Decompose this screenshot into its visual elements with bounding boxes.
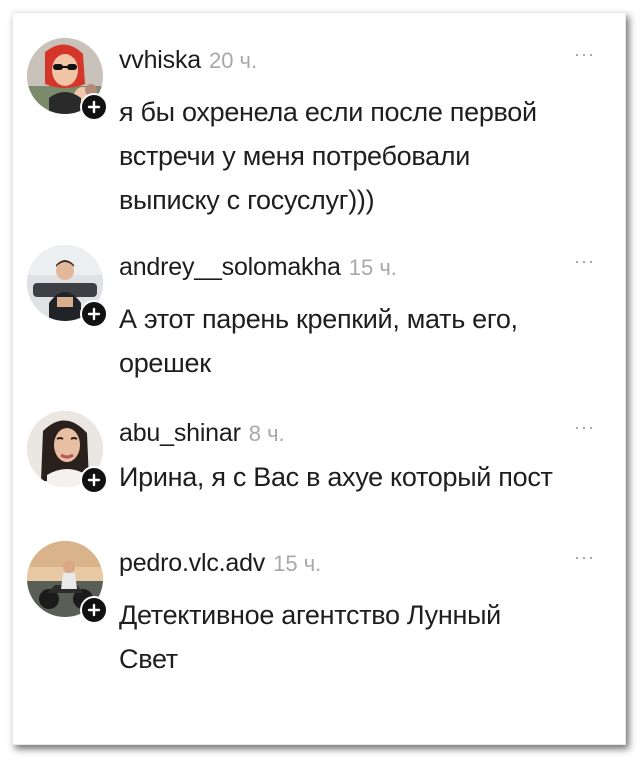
comment-text-line: Свет [119,644,178,674]
more-horizontal-icon[interactable]: ··· [574,547,595,568]
timestamp: 15 ч. [273,551,322,576]
username[interactable]: vvhiska [119,46,201,74]
more-horizontal-icon[interactable]: ··· [574,417,595,438]
comment-text: я бы охренела если после первой встречи … [119,90,599,222]
username[interactable]: abu_shinar [119,419,241,447]
username[interactable]: andrey__solomakha [119,253,341,281]
timestamp: 20 ч. [208,48,258,73]
timestamp: 8 ч. [248,421,285,446]
comment-meta: andrey__solomakha 15 ч. [119,253,397,282]
more-horizontal-icon[interactable]: ··· [574,251,595,272]
comment-meta: pedro.vlc.adv 15 ч. [119,549,321,578]
comment-text-line: А этот парень крепкий, мать его, [119,304,518,334]
comment-text-line: выписку с госуслуг))) [119,185,375,215]
comment-text: Детективное агентство Лунный Свет [119,593,599,681]
comment-text: А этот парень крепкий, мать его, орешек [119,297,599,385]
plus-icon[interactable] [80,596,108,624]
plus-icon[interactable] [80,466,108,494]
timestamp: 15 ч. [348,255,397,280]
comment-text-line: встречи у меня потребовали [119,141,471,171]
comment-text-line: Ирина, я с Вас в ахуе который пост [119,462,553,492]
username[interactable]: pedro.vlc.adv [119,549,265,577]
comment-meta: vvhiska 20 ч. [119,46,257,75]
plus-icon[interactable] [80,300,108,328]
comment-text: Ирина, я с Вас в ахуе который пост [119,455,599,499]
comment-meta: abu_shinar 8 ч. [119,419,285,448]
comment-text-line: я бы охренела если после первой [119,97,537,127]
comment-text-line: орешек [119,348,211,378]
comment-text-line: Детективное агентство Лунный [119,600,501,630]
more-horizontal-icon[interactable]: ··· [574,44,595,65]
comments-panel: vvhiska 20 ч. ··· я бы охренела если посл… [12,12,626,745]
plus-icon[interactable] [80,93,108,121]
